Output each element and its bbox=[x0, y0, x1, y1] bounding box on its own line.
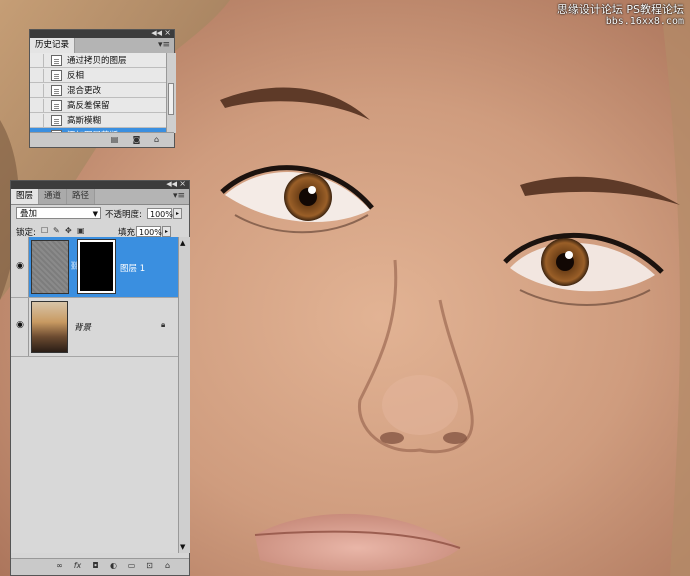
trash-icon[interactable]: ⌂ bbox=[163, 561, 172, 570]
layers-tabbar: 图层 通道 路径 ▾≡ bbox=[11, 189, 189, 205]
layer-mask-thumbnail[interactable] bbox=[77, 239, 116, 294]
mask-icon[interactable]: ◘ bbox=[91, 561, 100, 570]
history-item[interactable]: 混合更改 bbox=[30, 83, 166, 98]
layers-panel: ◀◀ × 图层 通道 路径 ▾≡ 叠加 ▼ 不透明度: 100% ▸ 锁定: ☐… bbox=[10, 179, 190, 576]
layer-list: ◉ ⛓ 图层 1 ◉ 背景 🔒︎ bbox=[11, 237, 178, 553]
history-scrollbar[interactable] bbox=[166, 53, 176, 133]
snapshot-checkbox[interactable] bbox=[30, 53, 44, 67]
layer-row-background[interactable]: ◉ 背景 🔒︎ bbox=[11, 298, 178, 357]
history-list: 通过拷贝的图层 反相 混合更改 高反差保留 高斯模糊 ▶ 添加图层蒙版 bbox=[30, 53, 166, 143]
camera-icon[interactable]: ◙ bbox=[132, 135, 141, 144]
tab-channels[interactable]: 通道 bbox=[39, 189, 68, 204]
layer-row-layer1[interactable]: ◉ ⛓ 图层 1 bbox=[11, 237, 178, 298]
new-layer-icon[interactable]: ⊡ bbox=[145, 561, 154, 570]
opacity-label: 不透明度: bbox=[105, 210, 142, 220]
blend-mode-select[interactable]: 叠加 ▼ bbox=[16, 207, 101, 219]
opacity-input[interactable]: 100% bbox=[147, 208, 173, 219]
close-icon[interactable]: × bbox=[164, 28, 171, 37]
fill-input[interactable]: 100% bbox=[136, 226, 162, 237]
tab-layers[interactable]: 图层 bbox=[11, 189, 40, 204]
history-state-icon bbox=[51, 84, 62, 96]
history-item[interactable]: 反相 bbox=[30, 68, 166, 83]
tab-history[interactable]: 历史记录 bbox=[30, 38, 76, 53]
history-item-label: 高反差保留 bbox=[67, 101, 110, 111]
history-item-label: 混合更改 bbox=[67, 86, 102, 96]
eye-icon[interactable]: ◉ bbox=[14, 320, 26, 332]
folder-icon[interactable]: ▭ bbox=[127, 561, 136, 570]
scroll-down-icon[interactable]: ▼ bbox=[180, 543, 185, 551]
blend-opacity-row: 叠加 ▼ 不透明度: 100% ▸ bbox=[11, 205, 189, 223]
close-icon[interactable]: × bbox=[179, 179, 186, 188]
layer-name[interactable]: 背景 bbox=[74, 321, 91, 333]
visibility-column: ◉ bbox=[11, 237, 29, 297]
history-item-label: 通过拷贝的图层 bbox=[67, 56, 127, 66]
history-item[interactable]: 高反差保留 bbox=[30, 98, 166, 113]
snapshot-checkbox[interactable] bbox=[30, 98, 44, 112]
history-panel: ◀◀ × 历史记录 ▾≡ 通过拷贝的图层 反相 混合更改 高反差保留 高斯模糊 … bbox=[29, 28, 176, 148]
lock-brush-icon[interactable]: ✎ bbox=[53, 226, 60, 235]
new-document-icon[interactable]: ▤ bbox=[110, 135, 119, 144]
fill-slider-arrow-icon[interactable]: ▸ bbox=[162, 226, 171, 237]
blend-mode-value: 叠加 bbox=[20, 209, 38, 219]
watermark: 思缘设计论坛 PS教程论坛 bbs.16xx8.com bbox=[557, 4, 684, 28]
scroll-up-icon[interactable]: ▲ bbox=[180, 239, 185, 247]
link-icon[interactable]: ∞ bbox=[55, 561, 64, 570]
panel-titlebar[interactable]: ◀◀ × bbox=[30, 28, 174, 38]
watermark-line2: bbs.16xx8.com bbox=[605, 16, 684, 27]
fx-icon[interactable]: fx bbox=[73, 561, 82, 570]
adjustment-icon[interactable]: ◐ bbox=[109, 561, 118, 570]
eye-icon[interactable]: ◉ bbox=[14, 261, 26, 273]
history-item-label: 高斯模糊 bbox=[67, 116, 102, 126]
watermark-line1: 思缘设计论坛 PS教程论坛 bbox=[556, 3, 684, 16]
visibility-column: ◉ bbox=[11, 298, 29, 356]
lock-icon: 🔒︎ bbox=[161, 320, 166, 329]
layers-scrollbar[interactable]: ▲ ▼ bbox=[178, 237, 190, 553]
snapshot-checkbox[interactable] bbox=[30, 113, 44, 127]
layer-thumbnail[interactable] bbox=[31, 301, 68, 353]
history-item-label: 反相 bbox=[67, 71, 85, 81]
lock-all-icon[interactable]: ▣ bbox=[77, 226, 85, 235]
collapse-icon[interactable]: ◀◀ bbox=[166, 180, 177, 188]
lock-transparency-icon[interactable]: ☐ bbox=[41, 226, 48, 235]
history-state-icon bbox=[51, 69, 62, 81]
panel-menu-icon[interactable]: ▾≡ bbox=[158, 40, 170, 50]
opacity-slider-arrow-icon[interactable]: ▸ bbox=[173, 208, 182, 219]
history-state-icon bbox=[51, 54, 62, 66]
trash-icon[interactable]: ⌂ bbox=[152, 135, 161, 144]
layers-footer: ∞ fx ◘ ◐ ▭ ⊡ ⌂ bbox=[11, 558, 189, 575]
layer-name[interactable]: 图层 1 bbox=[120, 262, 145, 274]
snapshot-checkbox[interactable] bbox=[30, 83, 44, 97]
layer-thumbnail[interactable] bbox=[31, 240, 69, 294]
chevron-down-icon: ▼ bbox=[92, 210, 98, 218]
panel-menu-icon[interactable]: ▾≡ bbox=[173, 191, 185, 201]
history-tabbar: 历史记录 ▾≡ bbox=[30, 38, 174, 54]
history-state-icon bbox=[51, 114, 62, 126]
scrollbar-thumb[interactable] bbox=[168, 83, 174, 115]
panel-titlebar[interactable]: ◀◀ × bbox=[11, 179, 189, 189]
tab-paths[interactable]: 路径 bbox=[67, 189, 96, 204]
lock-move-icon[interactable]: ✥ bbox=[65, 226, 72, 235]
history-item[interactable]: 通过拷贝的图层 bbox=[30, 53, 166, 68]
history-state-icon bbox=[51, 99, 62, 111]
snapshot-checkbox[interactable] bbox=[30, 68, 44, 82]
history-item[interactable]: 高斯模糊 bbox=[30, 113, 166, 128]
collapse-icon[interactable]: ◀◀ bbox=[151, 29, 162, 37]
history-footer: ▤ ◙ ⌂ bbox=[30, 132, 174, 147]
